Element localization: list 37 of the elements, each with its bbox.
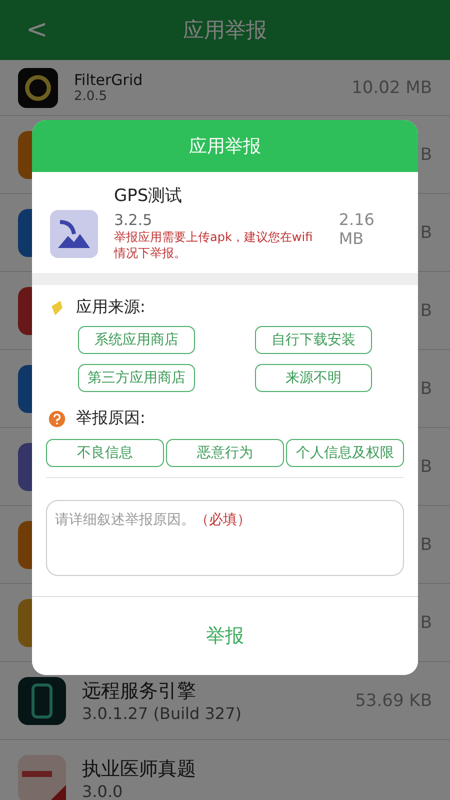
phone-icon xyxy=(18,676,66,724)
image-icon xyxy=(50,210,98,258)
app-size: B xyxy=(420,456,432,476)
app-size: B xyxy=(420,378,432,398)
app-size: 10.02 MB xyxy=(352,78,432,98)
app-size: 2.16 MB xyxy=(338,210,376,248)
reason-option[interactable]: 恶意行为 xyxy=(166,439,284,467)
app-size: B xyxy=(420,144,432,164)
reason-option[interactable]: 不良信息 xyxy=(46,439,164,467)
app-name: FilterGrid xyxy=(74,71,144,89)
app-version: 3.0.1.27 (Build 327) xyxy=(82,704,243,723)
app-name: GPS测试 xyxy=(114,185,184,207)
description-field[interactable]: 请详细叙述举报原因。（必填） xyxy=(46,500,404,576)
ring-icon xyxy=(18,68,58,108)
section-label: 应用来源: xyxy=(76,297,146,318)
app-size: 53.69 KB xyxy=(355,690,432,710)
source-option[interactable]: 第三方应用商店 xyxy=(78,364,195,392)
warning-text: 举报应用需要上传apk，建议您在wifi情况下举报。 xyxy=(114,229,314,261)
page-title: 应用举报 xyxy=(183,17,267,44)
app-version: 2.0.5 xyxy=(74,89,108,104)
dialog-title: 应用举报 xyxy=(32,120,418,172)
reason-option[interactable]: 个人信息及权限 xyxy=(286,439,404,467)
section-label: 举报原因: xyxy=(76,408,146,429)
app-size: B xyxy=(420,534,432,554)
source-option[interactable]: 自行下载安装 xyxy=(255,326,372,354)
app-version: 3.2.5 xyxy=(114,211,154,229)
back-button[interactable]: < xyxy=(26,15,48,45)
app-icon xyxy=(18,754,66,800)
app-size: B xyxy=(420,612,432,632)
app-version: 3.0.0 xyxy=(82,782,124,800)
app-size: B xyxy=(420,222,432,242)
app-name: 执业医师真题 xyxy=(82,757,197,782)
source-option[interactable]: 来源不明 xyxy=(255,364,372,392)
app-size: B xyxy=(420,300,432,320)
source-option[interactable]: 系统应用商店 xyxy=(78,326,195,354)
question-icon xyxy=(48,410,66,428)
app-name: 远程服务引擎 xyxy=(82,679,197,704)
